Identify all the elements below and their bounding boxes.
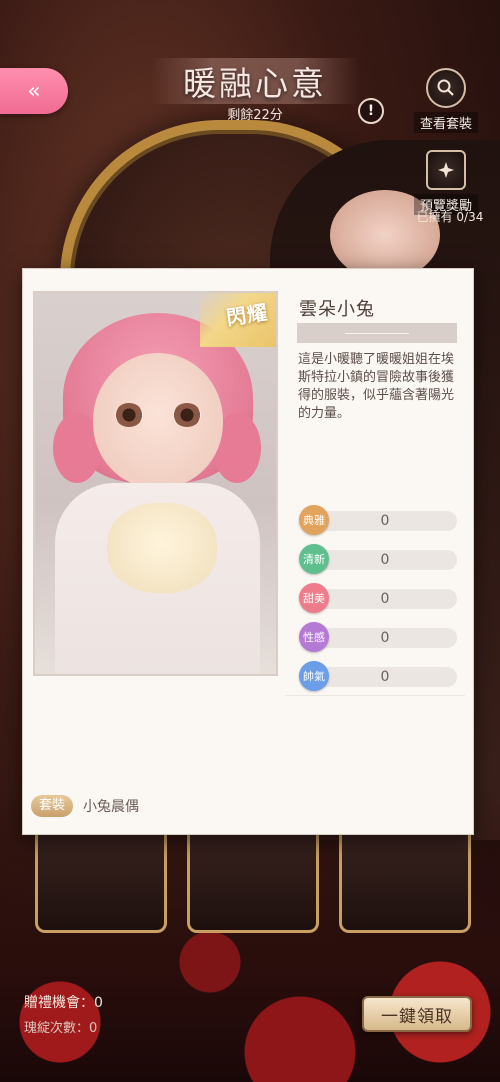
page-title: 暖融心意	[183, 64, 327, 103]
portrait-eye-left	[115, 403, 143, 427]
attribute-sexy-badge: 性感	[299, 622, 329, 652]
item-portrait: 閃耀	[33, 291, 278, 676]
info-icon[interactable]: !	[358, 98, 384, 124]
attribute-row: 0 性感	[299, 622, 459, 661]
attribute-value: 0	[380, 552, 390, 568]
portrait-plush-bunny	[107, 503, 217, 593]
attribute-value: 0	[380, 669, 390, 685]
portrait-eye-right	[173, 403, 201, 427]
gift-card-row	[35, 830, 471, 933]
attribute-fresh-badge: 清新	[299, 544, 329, 574]
rose-count: 瑰綻次數：0	[24, 1021, 98, 1036]
divider	[285, 695, 465, 696]
rarity-label: 閃耀	[224, 300, 270, 330]
gift-card[interactable]	[339, 830, 471, 933]
rarity-badge: 閃耀	[200, 293, 276, 347]
attribute-row: 0 甜美	[299, 583, 459, 622]
reward-icon	[426, 150, 466, 190]
suit-tag: 套裝	[31, 795, 74, 817]
attribute-row: 0 清新	[299, 544, 459, 583]
attribute-value: 0	[380, 630, 390, 646]
gift-card[interactable]	[187, 830, 319, 933]
remaining-time: 剩餘22分	[227, 108, 283, 123]
view-suit-button[interactable]: 查看套裝	[414, 68, 479, 133]
suit-name[interactable]: 小兔晨偶	[83, 796, 139, 816]
claim-all-button[interactable]: 一鍵領取	[362, 996, 472, 1032]
gift-chances: 贈禮機會：0	[24, 995, 103, 1011]
attribute-value: 0	[380, 591, 390, 607]
attribute-cool-badge: 帥氣	[299, 661, 329, 691]
attribute-value: 0	[380, 513, 390, 529]
attribute-sweet-badge: 甜美	[299, 583, 329, 613]
attribute-row: 0 典雅	[299, 505, 459, 544]
view-suit-label: 查看套裝	[414, 112, 479, 133]
item-name: 雲朵小兔	[299, 299, 375, 320]
preview-rewards-button[interactable]: 預覽獎勵	[414, 150, 479, 215]
double-chevron-left-icon: «	[27, 78, 41, 104]
item-detail-card: 閃耀 雲朵小兔 這是小暖聽了暖暖姐姐在埃斯特拉小鎮的冒險故事後獲得的服裝，似乎蘊…	[22, 268, 474, 835]
search-icon	[426, 68, 466, 108]
back-button[interactable]: «	[0, 68, 68, 114]
portrait-face	[93, 353, 223, 488]
item-description: 這是小暖聽了暖暖姐姐在埃斯特拉小鎮的冒險故事後獲得的服裝，似乎蘊含著陽光的力量。	[298, 352, 455, 421]
attribute-list: 0 典雅 0 清新 0 甜美 0 性感 0 帥氣	[299, 505, 459, 700]
name-underline-bar	[297, 323, 457, 343]
attribute-elegant-badge: 典雅	[299, 505, 329, 535]
gift-card[interactable]	[35, 830, 167, 933]
event-title-plate: 暖融心意	[150, 58, 360, 104]
owned-count: 已擁有 0/34	[416, 210, 484, 224]
